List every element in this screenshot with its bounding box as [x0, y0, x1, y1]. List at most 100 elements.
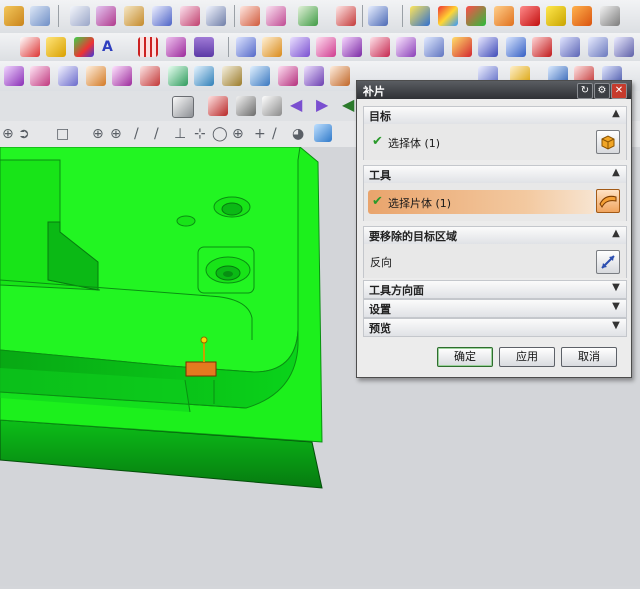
snap-intersect-icon[interactable]: ⊹ [194, 126, 206, 142]
section-settings[interactable]: 设置 ▼ [363, 299, 627, 318]
snap-point-icon[interactable]: ⊕ [92, 126, 104, 142]
mold-tool-4-icon[interactable] [86, 66, 106, 86]
snap-face-icon[interactable]: ◕ [292, 126, 304, 142]
open-part-icon[interactable] [4, 6, 24, 26]
color-block-icon[interactable] [438, 6, 458, 26]
select-filter-icon[interactable]: ➲ [18, 126, 30, 142]
snap-arc-icon[interactable]: ⊕ [232, 126, 244, 142]
mirror-icon[interactable] [152, 6, 172, 26]
solid-red-icon[interactable] [520, 6, 540, 26]
cancel-button[interactable]: 取消 [561, 347, 617, 367]
transform-icon[interactable] [96, 6, 116, 26]
measure-distance-icon[interactable] [262, 96, 282, 116]
layer-icon[interactable] [166, 37, 186, 57]
text-font-icon[interactable]: A [102, 39, 113, 55]
move-icon[interactable] [180, 6, 200, 26]
mold-tool-9-icon[interactable] [222, 66, 242, 86]
groove-icon[interactable] [396, 37, 416, 57]
snap-icon[interactable]: ⊕ [2, 126, 14, 142]
mesh-icon[interactable] [336, 6, 356, 26]
chevron-up-icon[interactable]: ▲ [610, 228, 622, 240]
block-icon[interactable] [410, 6, 430, 26]
render-icon[interactable] [298, 6, 318, 26]
split-icon[interactable] [368, 6, 388, 26]
close-icon[interactable]: ✕ [611, 83, 627, 99]
chamfer-icon[interactable] [532, 37, 552, 57]
chevron-up-icon[interactable]: ▲ [610, 167, 622, 179]
reverse-direction-button[interactable] [596, 250, 620, 274]
shaded-icon[interactable] [466, 6, 486, 26]
bend-icon[interactable] [206, 6, 226, 26]
shell-icon[interactable] [560, 37, 580, 57]
printer-icon[interactable] [600, 6, 620, 26]
print-preview-icon[interactable] [30, 6, 50, 26]
select-rect-icon[interactable]: □ [56, 126, 69, 142]
arrow-left-icon[interactable]: ◀ [290, 97, 302, 113]
datum-icon[interactable] [46, 37, 66, 57]
settings-gear-icon[interactable]: ⚙ [594, 83, 610, 99]
section-target[interactable]: 目标 ▲ [363, 106, 627, 125]
snap-end-icon[interactable]: / [134, 126, 139, 142]
wire-yellow-icon[interactable] [546, 6, 566, 26]
shaded-cube-icon[interactable] [314, 124, 332, 142]
highlight-icon[interactable] [494, 6, 514, 26]
snap-plus-icon[interactable]: + [254, 126, 266, 142]
mold-tool-10-icon[interactable] [250, 66, 270, 86]
snap-line-icon[interactable]: / [272, 126, 277, 142]
boss-icon[interactable] [342, 37, 362, 57]
dialog-titlebar[interactable]: 补片 ↻ ⚙ ✕ [357, 81, 631, 99]
model-color-icon[interactable] [74, 37, 94, 57]
extrude-icon[interactable] [236, 37, 256, 57]
sketch-icon[interactable] [20, 37, 40, 57]
mold-tool-12-icon[interactable] [304, 66, 324, 86]
mold-tool-6-icon[interactable] [140, 66, 160, 86]
section-remove-region[interactable]: 要移除的目标区域 ▲ [363, 226, 627, 245]
apply-button[interactable]: 应用 [499, 347, 555, 367]
measure-orange-icon[interactable] [572, 6, 592, 26]
mold-tool-2-icon[interactable] [30, 66, 50, 86]
snap-quadrant-icon[interactable]: ◯ [212, 126, 228, 142]
list-icon[interactable] [194, 37, 214, 57]
selected-patch-sheet[interactable] [185, 361, 217, 377]
section-tool-face-direction[interactable]: 工具方向面 ▼ [363, 280, 627, 299]
snap-center-icon[interactable]: ⊕ [110, 126, 122, 142]
mold-tool-11-icon[interactable] [278, 66, 298, 86]
trim-body-icon[interactable] [614, 37, 634, 57]
feature-icon[interactable] [70, 6, 90, 26]
section-tool[interactable]: 工具 ▲ [363, 165, 627, 184]
draft-icon[interactable] [588, 37, 608, 57]
slot-icon[interactable] [424, 37, 444, 57]
mold-tool-1-icon[interactable] [4, 66, 24, 86]
select-sheet-button[interactable] [596, 189, 620, 213]
revolve-icon[interactable] [262, 37, 282, 57]
mold-tool-5-icon[interactable] [112, 66, 132, 86]
arrow-right-icon[interactable]: ▶ [316, 97, 328, 113]
chevron-up-icon[interactable]: ▲ [610, 108, 622, 120]
mold-tool-7-icon[interactable] [168, 66, 188, 86]
pad-icon[interactable] [290, 37, 310, 57]
section-preview[interactable]: 预览 ▼ [363, 318, 627, 337]
grid-icon[interactable] [138, 37, 158, 57]
pocket-icon[interactable] [316, 37, 336, 57]
edge-blend-icon[interactable] [506, 37, 526, 57]
chevron-down-icon[interactable]: ▼ [610, 320, 622, 332]
select-sheet-label[interactable]: 选择片体 (1) [388, 195, 451, 211]
hole-icon[interactable] [370, 37, 390, 57]
ok-button[interactable]: 确定 [437, 347, 493, 367]
info-list-icon[interactable] [236, 96, 256, 116]
thread-icon[interactable] [478, 37, 498, 57]
face-icon[interactable] [240, 6, 260, 26]
abs-csys-icon[interactable] [208, 96, 228, 116]
reset-icon[interactable]: ↻ [577, 83, 593, 99]
mold-tool-13-icon[interactable] [330, 66, 350, 86]
mold-tool-8-icon[interactable] [194, 66, 214, 86]
drawing-sheet-icon[interactable] [172, 96, 194, 118]
mold-tool-3-icon[interactable] [58, 66, 78, 86]
rib-icon[interactable] [452, 37, 472, 57]
chevron-down-icon[interactable]: ▼ [610, 301, 622, 313]
snap-mid-icon[interactable]: / [154, 126, 159, 142]
select-body-button[interactable] [596, 130, 620, 154]
assembly-icon[interactable] [124, 6, 144, 26]
snap-tangent-icon[interactable]: ⊥ [174, 126, 186, 142]
select-body-label[interactable]: 选择体 (1) [388, 135, 440, 151]
